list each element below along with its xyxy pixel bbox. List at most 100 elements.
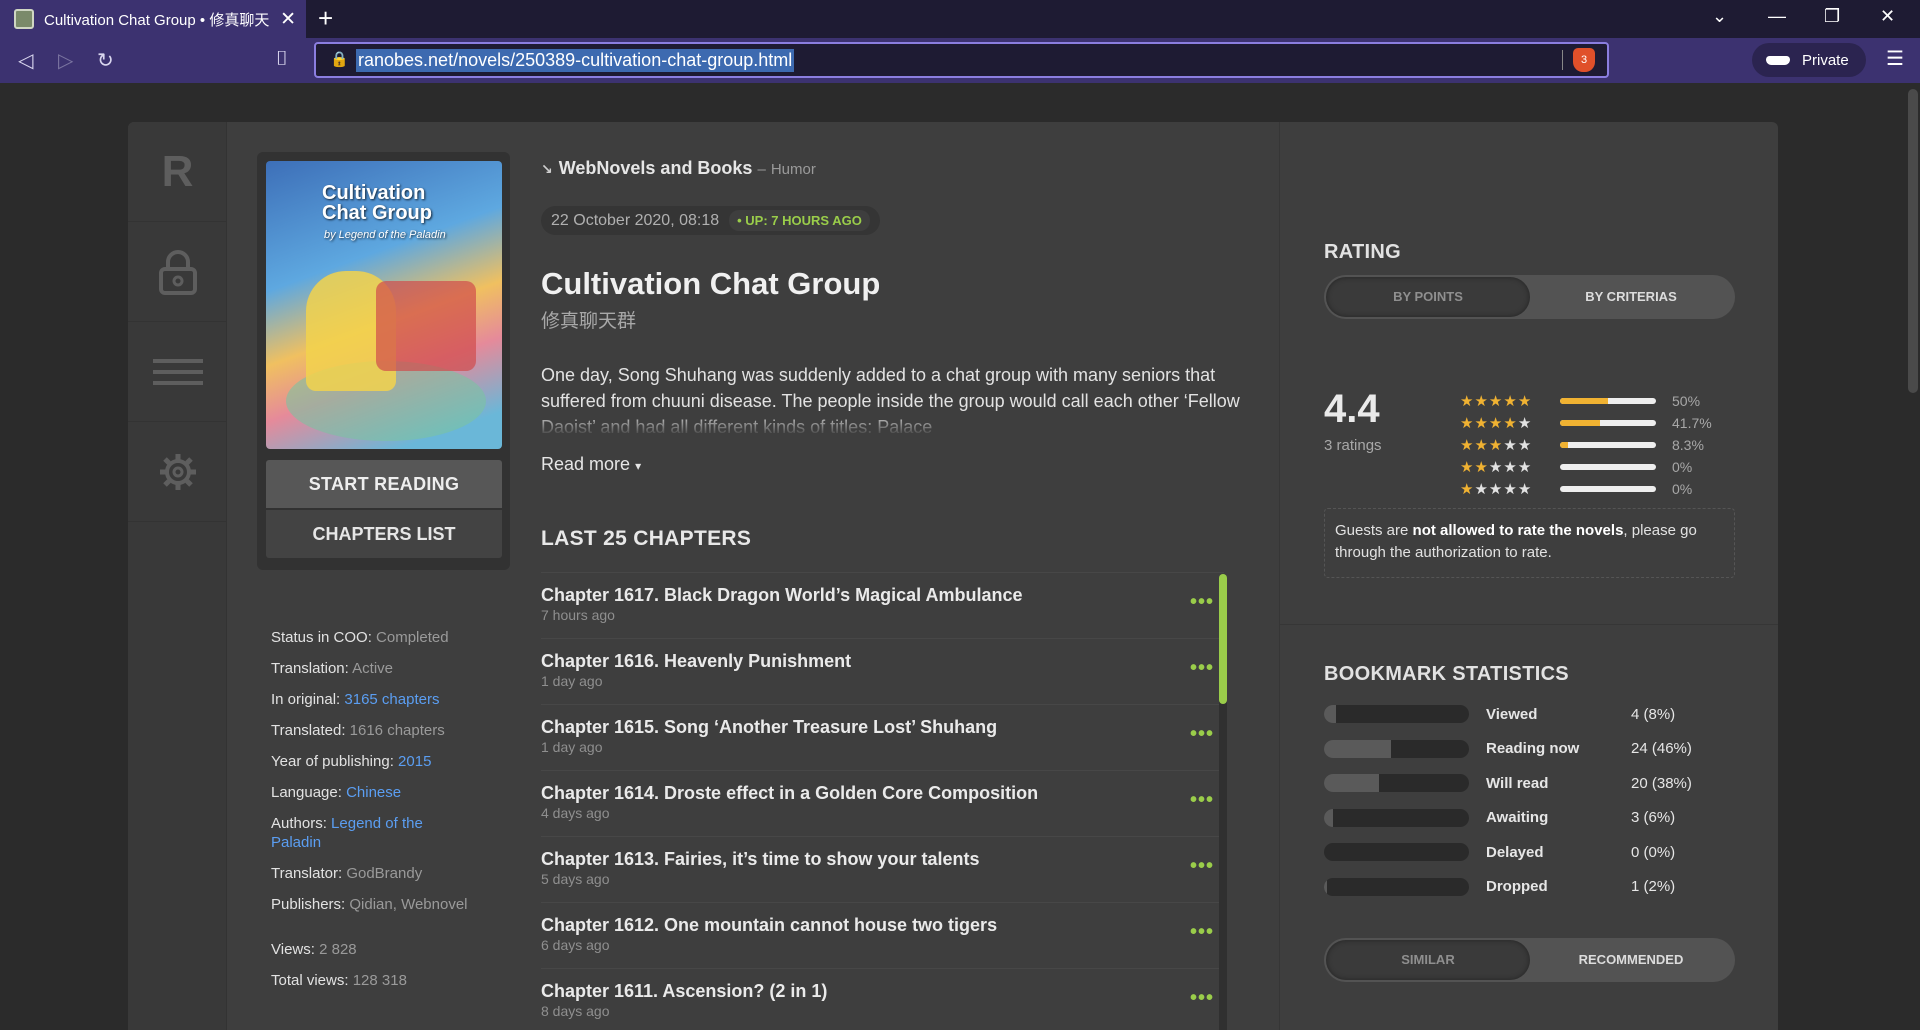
- chapter-row[interactable]: Chapter 1617. Black Dragon World’s Magic…: [541, 572, 1224, 638]
- language-link[interactable]: Chinese: [346, 784, 401, 801]
- breadcrumb-link[interactable]: WebNovels and Books: [559, 158, 753, 178]
- close-window-icon[interactable]: ✕: [1880, 6, 1895, 27]
- rating-distribution: ★★★★★ 50% ★★★★★ 41.7% ★★★★★ 8.3% ★★★★★ 0% ★★★★★ 0…: [1460, 390, 1712, 500]
- chapters-list-button[interactable]: CHAPTERS LIST: [266, 510, 502, 558]
- chapter-more-icon[interactable]: •••: [1190, 855, 1214, 878]
- star-icon: ★: [1474, 393, 1489, 410]
- breadcrumb-arrow-icon: ↘: [541, 161, 553, 177]
- tab-search-icon[interactable]: ⌄: [1712, 6, 1727, 27]
- browser-menu-icon[interactable]: ☰: [1886, 46, 1904, 71]
- url-text[interactable]: ranobes.net/novels/250389-cultivation-ch…: [356, 49, 795, 72]
- translated-label: Translated:: [271, 722, 346, 739]
- restore-icon[interactable]: ❐: [1824, 6, 1840, 27]
- bookmark-icon[interactable]: ⌷: [276, 48, 288, 71]
- total-views-label: Total views:: [271, 972, 349, 989]
- bookmark-row: Will read 20 (38%): [1324, 766, 1735, 801]
- brave-shield-icon[interactable]: 3: [1573, 48, 1595, 72]
- chapter-row[interactable]: Chapter 1615. Song ‘Another Treasure Los…: [541, 704, 1224, 770]
- chapter-title[interactable]: Chapter 1611. Ascension? (2 in 1): [541, 981, 827, 1002]
- nav-menu[interactable]: [128, 322, 227, 422]
- chapter-title[interactable]: Chapter 1616. Heavenly Punishment: [541, 651, 851, 672]
- cover-byline: by Legend of the Paladin: [324, 229, 446, 241]
- chapter-title[interactable]: Chapter 1612. One mountain cannot house …: [541, 915, 997, 936]
- chapter-more-icon[interactable]: •••: [1190, 921, 1214, 944]
- cover-image[interactable]: Cultivation Chat Group by Legend of the …: [266, 161, 502, 449]
- tab-by-criterias[interactable]: BY CRITERIAS: [1529, 277, 1733, 317]
- chapter-title[interactable]: Chapter 1615. Song ‘Another Treasure Los…: [541, 717, 997, 738]
- chapter-more-icon[interactable]: •••: [1190, 723, 1214, 746]
- rating-percent: 8.3%: [1672, 437, 1704, 453]
- original-chapters-link[interactable]: 3165 chapters: [344, 691, 439, 708]
- rating-percent: 0%: [1672, 459, 1693, 475]
- site-logo[interactable]: R: [128, 122, 227, 222]
- tab-by-points[interactable]: BY POINTS: [1326, 277, 1530, 317]
- rating-percent: 0%: [1672, 481, 1693, 497]
- bookmark-value: 4 (8%): [1631, 705, 1676, 723]
- forward-icon[interactable]: ▷: [58, 48, 73, 73]
- private-window-badge[interactable]: Private: [1752, 43, 1866, 77]
- page: R Cultivation Chat Group by Legend of th…: [0, 83, 1920, 1030]
- minimize-icon[interactable]: —: [1768, 6, 1786, 27]
- address-bar[interactable]: 🔒 ranobes.net/novels/250389-cultivation-…: [314, 42, 1609, 78]
- menu-icon: [152, 358, 203, 385]
- bookmark-heading: BOOKMARK STATISTICS: [1324, 663, 1569, 685]
- bookmark-label: Reading now: [1486, 740, 1580, 758]
- translated-value: 1616 chapters: [349, 722, 445, 739]
- tab-recommended[interactable]: RECOMMENDED: [1529, 940, 1733, 980]
- genre-link[interactable]: Humor: [771, 161, 816, 178]
- star-icon: ★: [1503, 437, 1518, 454]
- back-icon[interactable]: ◁: [18, 48, 33, 73]
- chapter-more-icon[interactable]: •••: [1190, 987, 1214, 1010]
- chapter-more-icon[interactable]: •••: [1190, 591, 1214, 614]
- novel-info: Status in COO: Completed Translation: Ac…: [271, 628, 491, 1002]
- tab-similar[interactable]: SIMILAR: [1326, 940, 1530, 980]
- chapter-list-scroll-thumb[interactable]: [1219, 574, 1227, 704]
- chapter-row[interactable]: Chapter 1616. Heavenly Punishment 1 day a…: [541, 638, 1224, 704]
- page-scrollbar[interactable]: [1906, 83, 1920, 1030]
- nav-settings[interactable]: [128, 422, 227, 522]
- description-fade: [541, 412, 1261, 436]
- translation-label: Translation:: [271, 660, 349, 677]
- rating-score: 4.4: [1324, 387, 1380, 431]
- start-reading-button[interactable]: START READING: [266, 460, 502, 508]
- total-views-value: 128 318: [352, 972, 407, 989]
- chapter-title[interactable]: Chapter 1617. Black Dragon World’s Magic…: [541, 585, 1022, 606]
- bookmark-value: 24 (46%): [1631, 740, 1692, 758]
- rating-bar: [1560, 464, 1656, 470]
- bookmark-row: Awaiting 3 (6%): [1324, 801, 1735, 836]
- lock-icon: [158, 249, 197, 295]
- chapter-row[interactable]: Chapter 1613. Fairies, it’s time to show…: [541, 836, 1224, 902]
- translation-value: Active: [352, 660, 394, 677]
- nav-lock[interactable]: [128, 222, 227, 322]
- status-value: Completed: [376, 629, 449, 646]
- bookmark-label: Delayed: [1486, 843, 1544, 861]
- chapter-list-scrollbar[interactable]: [1219, 574, 1227, 1030]
- rating-percent: 41.7%: [1672, 415, 1712, 431]
- star-icon: ★: [1460, 393, 1475, 410]
- year-link[interactable]: 2015: [398, 753, 431, 770]
- chapter-row[interactable]: Chapter 1611. Ascension? (2 in 1) 8 days …: [541, 968, 1224, 1030]
- chapter-row[interactable]: Chapter 1612. One mountain cannot house …: [541, 902, 1224, 968]
- star-icon: ★: [1488, 437, 1504, 454]
- bookmark-bar-fill: [1324, 705, 1336, 724]
- chapter-more-icon[interactable]: •••: [1190, 789, 1214, 812]
- cover-title-line2: Chat Group: [322, 202, 432, 224]
- read-more-button[interactable]: Read more ▾: [541, 454, 641, 475]
- reload-icon[interactable]: ↻: [97, 48, 114, 73]
- chapter-title[interactable]: Chapter 1613. Fairies, it’s time to show…: [541, 849, 979, 870]
- bookmark-value: 20 (38%): [1631, 774, 1692, 792]
- close-tab-icon[interactable]: ✕: [280, 8, 296, 31]
- cover-art-book: [376, 281, 476, 371]
- chapter-row[interactable]: Chapter 1614. Droste effect in a Golden …: [541, 770, 1224, 836]
- browser-tab[interactable]: Cultivation Chat Group • 修真聊天 ✕: [0, 0, 306, 38]
- rating-heading: RATING: [1324, 241, 1401, 263]
- page-scroll-thumb[interactable]: [1908, 89, 1918, 393]
- chapter-more-icon[interactable]: •••: [1190, 657, 1214, 680]
- chapter-title[interactable]: Chapter 1614. Droste effect in a Golden …: [541, 783, 1038, 804]
- lock-icon: 🔒: [330, 51, 349, 68]
- bookmark-bar-fill: [1324, 739, 1391, 758]
- new-tab-icon[interactable]: +: [318, 3, 333, 34]
- star-icon: ★: [1474, 481, 1489, 498]
- star-rating-icon: ★★★★★: [1460, 392, 1560, 410]
- publish-date: 22 October 2020, 08:18: [551, 211, 720, 229]
